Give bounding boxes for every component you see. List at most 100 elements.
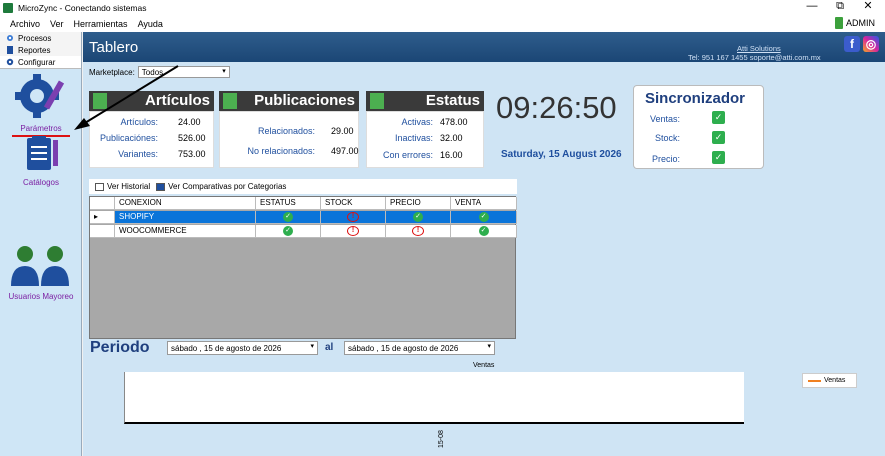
page-header: Tablero Atti Solutions Tel: 951 167 1455… (83, 32, 885, 62)
ver-historial-label: Ver Historial (107, 182, 151, 191)
column-precio[interactable]: PRECIO (386, 197, 451, 210)
warning-icon: ! (412, 226, 424, 236)
al-label: al (325, 342, 334, 353)
ok-icon: ✓ (478, 212, 489, 222)
ok-icon: ✓ (283, 212, 293, 222)
table-row[interactable]: ▸ SHOPIFY ✓ ! ✓ ✓ (90, 211, 517, 224)
publicaciones-title: Publicaciones (254, 92, 355, 109)
ver-historial-button[interactable]: Ver Historial (95, 182, 150, 191)
date-from-picker[interactable]: sábado , 15 de agosto de 2026 ▾ (167, 341, 318, 355)
minimize-button[interactable]: — (797, 0, 827, 15)
sync-stock-label: Stock: (654, 133, 680, 143)
x-tick-label: 15-08 (438, 430, 445, 448)
grid-toolbar: Ver Historial Ver Comparativas por Categ… (89, 179, 517, 194)
ok-icon: ✓ (283, 226, 293, 236)
menu-herramientas[interactable]: Herramientas (74, 19, 128, 29)
menu-ver[interactable]: Ver (50, 19, 64, 29)
date-from-value: sábado , 15 de agosto de 2026 (171, 343, 282, 353)
warning-icon: ! (347, 226, 359, 236)
connections-grid: CONEXION ESTATUS STOCK PRECIO VENTA ▸ SH… (89, 196, 517, 339)
restore-button[interactable]: ⧉ (825, 0, 855, 15)
date-display: Saturday, 15 August 2026 (501, 149, 622, 160)
stock-cell: ! (321, 225, 386, 238)
module-catalogos-label: Catálogos (22, 178, 60, 187)
no-relacionados-label: No relacionados: (247, 146, 315, 156)
ok-icon: ✓ (413, 212, 423, 222)
instagram-icon[interactable]: ◎ (863, 36, 879, 52)
warning-icon: ! (347, 212, 359, 222)
legend-swatch (808, 379, 821, 382)
page-title: Tablero (89, 39, 139, 56)
company-link[interactable]: Atti Solutions (737, 44, 781, 53)
ok-icon: ✓ (478, 226, 489, 236)
precio-cell: ! (386, 225, 451, 238)
ver-comparativas-button[interactable]: Ver Comparativas por Categorias (156, 182, 286, 191)
catalog-icon (27, 136, 58, 170)
date-to-value: sábado , 15 de agosto de 2026 (348, 343, 459, 353)
menu-ayuda[interactable]: Ayuda (138, 19, 163, 29)
module-usuarios-mayoreo-label: Usuarios Mayoreo (8, 292, 74, 301)
sync-stock-check-icon: ✓ (712, 131, 725, 144)
variantes-label: Variantes: (118, 149, 158, 159)
marketplace-label: Marketplace: (89, 67, 135, 77)
module-usuarios-mayoreo[interactable]: Usuarios Mayoreo (0, 244, 82, 301)
gear-icon (6, 58, 14, 66)
module-catalogos[interactable]: Catálogos (0, 136, 82, 187)
sync-precio-check-icon: ✓ (712, 151, 725, 164)
variantes-value: 753.00 (178, 149, 206, 159)
activas-label: Activas: (401, 117, 433, 127)
tab-reportes[interactable]: Reportes (0, 44, 81, 56)
sincronizador-panel: Sincronizador Ventas: ✓ Stock: ✓ Precio:… (633, 85, 764, 169)
tab-configurar-label: Configurar (18, 57, 56, 67)
sidebar-tabs: Procesos Reportes Configurar (0, 32, 81, 69)
clock: 09:26:50 (496, 90, 617, 125)
chevron-down-icon: ▾ (222, 68, 226, 75)
marketplace-value: Todos (141, 67, 164, 77)
articulos-icon (93, 93, 107, 109)
sidebar: Procesos Reportes Configurar Parámetros (0, 32, 82, 456)
status-icon (370, 93, 384, 109)
date-to-picker[interactable]: sábado , 15 de agosto de 2026 ▾ (344, 341, 495, 355)
tab-configurar[interactable]: Configurar (0, 56, 81, 68)
estatus-card-header: Estatus (366, 91, 484, 111)
user-menu[interactable]: ADMIN (835, 17, 875, 29)
column-stock[interactable]: STOCK (321, 197, 386, 210)
column-estatus[interactable]: ESTATUS (256, 197, 321, 210)
inactivas-value: 32.00 (440, 133, 463, 143)
articulos-value: 24.00 (178, 117, 201, 127)
con-errores-label: Con errores: (382, 150, 433, 160)
close-button[interactable]: ✕ (853, 0, 883, 15)
tab-procesos[interactable]: Procesos (0, 32, 81, 44)
menu-archivo[interactable]: Archivo (10, 19, 40, 29)
inactivas-label: Inactivas: (394, 133, 433, 143)
grid-header: CONEXION ESTATUS STOCK PRECIO VENTA (90, 197, 517, 210)
activas-value: 478.00 (440, 117, 468, 127)
settings-gear-icon (15, 74, 65, 118)
chevron-down-icon: ▾ (310, 343, 314, 350)
legend-label: Ventas (824, 377, 846, 384)
venta-cell: ✓ (451, 225, 517, 238)
venta-cell: ✓ (451, 211, 517, 224)
facebook-icon[interactable]: f (844, 36, 860, 52)
row-selector-icon[interactable]: ▸ (90, 211, 115, 224)
periodo-title: Periodo (90, 339, 150, 356)
marketplace-select[interactable]: Todos ▾ (137, 66, 230, 78)
articulos-card-header: Artículos (89, 91, 214, 111)
contact-info: Tel: 951 167 1455 soporte@atti.com.mx (688, 53, 821, 62)
sync-ventas-label: Ventas: (649, 114, 680, 124)
stock-cell: ! (321, 211, 386, 224)
table-row[interactable]: WOOCOMMERCE ✓ ! ! ✓ (90, 225, 517, 238)
user-name: ADMIN (846, 18, 875, 28)
dashboard: Tablero Atti Solutions Tel: 951 167 1455… (83, 32, 885, 456)
articulos-card: Artículos: 24.00 Publicaciónes: 526.00 V… (89, 111, 214, 168)
column-venta[interactable]: VENTA (451, 197, 517, 210)
articulos-label: Artículos: (120, 117, 158, 127)
row-selector[interactable] (90, 225, 115, 238)
chevron-down-icon: ▾ (487, 343, 491, 350)
chart-legend: Ventas (802, 373, 857, 388)
row-header-corner (90, 197, 115, 210)
column-conexion[interactable]: CONEXION (115, 197, 256, 210)
module-parametros[interactable]: Parámetros (0, 74, 82, 137)
publicaciones-label: Publicaciónes: (99, 133, 158, 143)
module-parametros-label: Parámetros (20, 124, 62, 133)
